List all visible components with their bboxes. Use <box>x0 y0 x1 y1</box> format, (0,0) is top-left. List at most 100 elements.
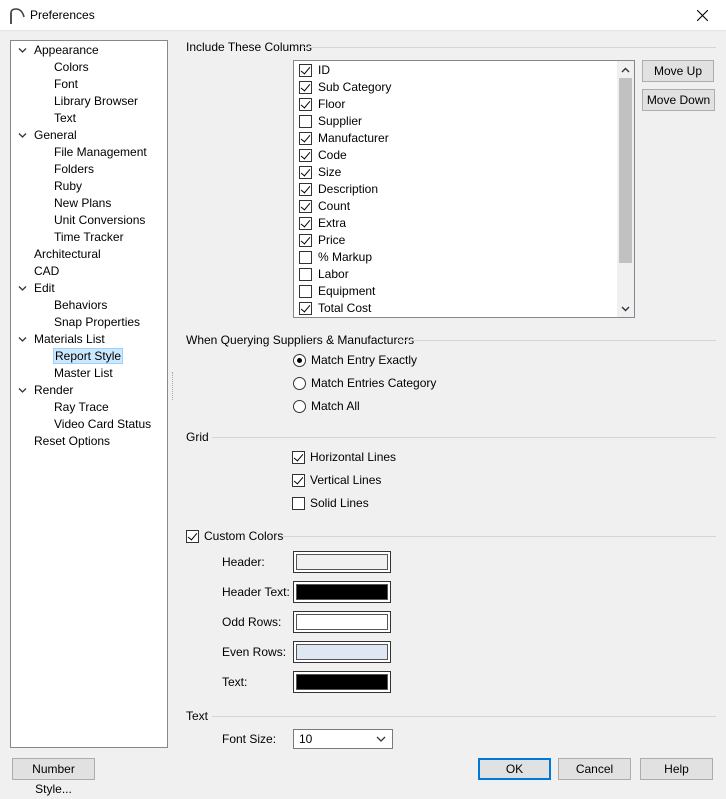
column-checkbox[interactable] <box>299 217 312 230</box>
custom-colors-check-box[interactable] <box>186 530 199 543</box>
scroll-up-icon <box>621 67 630 73</box>
tree-item-reset-options[interactable]: Reset Options <box>34 433 110 450</box>
tree-item-master-list[interactable]: Master List <box>54 365 113 382</box>
close-icon <box>697 10 708 21</box>
column-item-label: Manufacturer <box>318 131 389 145</box>
preferences-tree[interactable]: Appearance Colors Font Library Browser Text G… <box>10 40 168 748</box>
scrollbar-thumb[interactable] <box>619 78 632 263</box>
column-checkbox[interactable] <box>299 268 312 281</box>
tree-item-label: Text <box>54 111 77 125</box>
tree-expander-icon[interactable] <box>18 46 27 55</box>
column-checkbox[interactable] <box>299 302 312 315</box>
column-checkbox[interactable] <box>299 149 312 162</box>
scroll-down-icon <box>621 306 630 312</box>
color-swatch-fill <box>296 674 388 690</box>
tree-item-label: Architectural <box>34 247 101 261</box>
columns-listbox[interactable]: ID Sub Category Floor Supplier Manufacturer C… <box>293 60 635 318</box>
tree-item-font[interactable]: Font <box>54 76 78 93</box>
column-checkbox[interactable] <box>299 64 312 77</box>
column-item-label: Floor <box>318 97 346 111</box>
move-down-button[interactable]: Move Down <box>642 89 715 111</box>
tree-item-folders[interactable]: Folders <box>54 161 94 178</box>
grid-group-title: Grid <box>186 430 209 444</box>
tree-item-text[interactable]: Text <box>54 110 76 127</box>
color-swatch-odd-rows[interactable] <box>293 611 391 633</box>
checkbox-box[interactable] <box>292 451 305 464</box>
checkbox-box[interactable] <box>292 497 305 510</box>
column-item-label: Description <box>318 182 379 196</box>
tree-item-label: Behaviors <box>54 298 108 312</box>
cancel-button[interactable]: Cancel <box>558 758 631 780</box>
grid-group-divider <box>212 437 716 438</box>
color-label-even-rows: Even Rows: <box>222 645 287 659</box>
tree-item-unit-conversions[interactable]: Unit Conversions <box>54 212 145 229</box>
column-checkbox[interactable] <box>299 81 312 94</box>
tree-expander-icon[interactable] <box>18 284 27 293</box>
checkbox-label: Vertical Lines <box>310 473 382 487</box>
column-item-label: % Markup <box>318 250 373 264</box>
radio-button[interactable] <box>293 354 306 367</box>
tree-item-general[interactable]: General <box>18 127 77 144</box>
tree-item-file-management[interactable]: File Management <box>54 144 147 161</box>
custom-colors-label: Custom Colors <box>204 529 284 543</box>
column-item-label: ID <box>318 63 330 77</box>
tree-item-library-browser[interactable]: Library Browser <box>54 93 138 110</box>
tree-item-report-style[interactable]: Report Style <box>52 348 124 365</box>
tree-item-materials-list[interactable]: Materials List <box>18 331 105 348</box>
tree-item-behaviors[interactable]: Behaviors <box>54 297 107 314</box>
column-checkbox[interactable] <box>299 251 312 264</box>
tree-item-label: Snap Properties <box>54 315 141 329</box>
tree-item-ray-trace[interactable]: Ray Trace <box>54 399 109 416</box>
tree-item-label: Ray Trace <box>54 400 109 414</box>
tree-expander-icon[interactable] <box>18 335 27 344</box>
checkbox-label: Horizontal Lines <box>310 450 397 464</box>
columns-group-title: Include These Columns <box>186 40 312 54</box>
close-button[interactable] <box>680 0 726 31</box>
column-checkbox[interactable] <box>299 183 312 196</box>
tree-item-new-plans[interactable]: New Plans <box>54 195 111 212</box>
checkbox-label: Solid Lines <box>310 496 369 510</box>
listbox-scrollbar[interactable] <box>617 61 634 317</box>
tree-item-architectural[interactable]: Architectural <box>34 246 101 263</box>
color-swatch-fill <box>296 644 388 660</box>
text-group-title: Text <box>186 709 209 723</box>
tree-expander-icon[interactable] <box>18 131 27 140</box>
radio-label: Match All <box>311 399 360 413</box>
column-checkbox[interactable] <box>299 98 312 111</box>
column-checkbox[interactable] <box>299 115 312 128</box>
color-swatch-header[interactable] <box>293 551 391 573</box>
ok-button[interactable]: OK <box>478 758 551 780</box>
tree-item-appearance[interactable]: Appearance <box>18 42 99 59</box>
tree-item-cad[interactable]: CAD <box>34 263 59 280</box>
tree-item-label: CAD <box>34 264 60 278</box>
tree-item-ruby[interactable]: Ruby <box>54 178 82 195</box>
help-button[interactable]: Help <box>640 758 713 780</box>
custom-colors-divider <box>283 536 716 537</box>
checkbox-box[interactable] <box>292 474 305 487</box>
column-checkbox[interactable] <box>299 234 312 247</box>
radio-button[interactable] <box>293 400 306 413</box>
tree-item-label: New Plans <box>54 196 112 210</box>
tree-expander-icon[interactable] <box>18 386 27 395</box>
radio-button[interactable] <box>293 377 306 390</box>
column-checkbox[interactable] <box>299 166 312 179</box>
font-size-select[interactable]: 10 <box>293 729 393 749</box>
move-up-button[interactable]: Move Up <box>642 60 714 82</box>
column-item-label: Count <box>318 199 351 213</box>
color-swatch-header-text[interactable] <box>293 581 391 603</box>
column-checkbox[interactable] <box>299 285 312 298</box>
tree-item-edit[interactable]: Edit <box>18 280 55 297</box>
splitter-handle[interactable] <box>172 372 174 400</box>
text-group-divider <box>212 716 716 717</box>
column-checkbox[interactable] <box>299 132 312 145</box>
number-style-button[interactable]: Number Style... <box>12 758 95 796</box>
tree-item-video-card-status[interactable]: Video Card Status <box>54 416 151 433</box>
color-swatch-even-rows[interactable] <box>293 641 391 663</box>
tree-item-render[interactable]: Render <box>18 382 73 399</box>
tree-item-time-tracker[interactable]: Time Tracker <box>54 229 124 246</box>
tree-item-colors[interactable]: Colors <box>54 59 89 76</box>
column-checkbox[interactable] <box>299 200 312 213</box>
tree-item-snap-properties[interactable]: Snap Properties <box>54 314 140 331</box>
color-swatch-text[interactable] <box>293 671 391 693</box>
chevron-down-icon <box>376 736 386 742</box>
